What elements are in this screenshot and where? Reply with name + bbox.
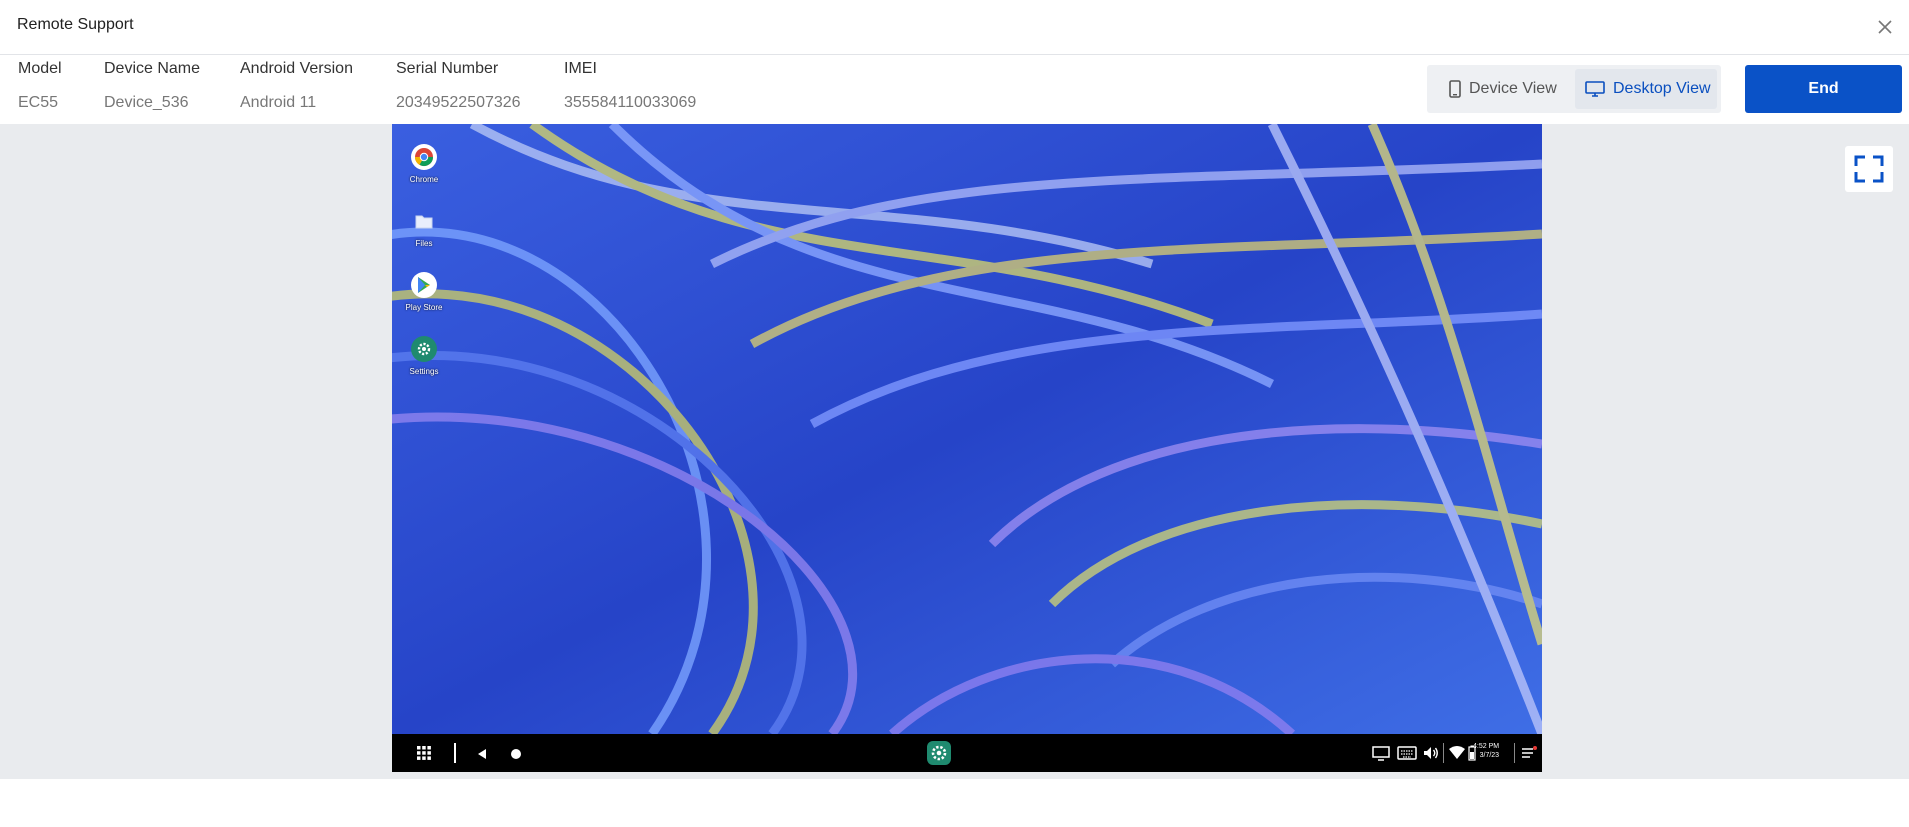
play-store-label: Play Store [405,303,443,312]
settings-icon[interactable] [927,741,951,770]
desktop-view-label: Desktop View [1613,80,1711,97]
wallpaper-image [392,124,1542,734]
wifi-icon[interactable] [1449,746,1465,765]
android-version-value: Android 11 [240,94,317,111]
end-session-button[interactable]: End [1745,65,1902,113]
phone-icon [1449,80,1461,98]
back-icon[interactable] [477,747,487,765]
home-icon[interactable] [510,747,522,765]
remote-desktop-screen[interactable]: Chrome Files Play Store Settings 4:52 PM… [392,124,1542,772]
chrome-label: Chrome [409,175,439,184]
imei-label: IMEI [564,60,597,77]
chrome-icon [411,144,437,170]
desktop-app-settings[interactable]: Settings [404,336,444,376]
device-name-label: Device Name [104,60,201,77]
taskbar-clock[interactable]: 4:52 PM 3/7/23 [1473,742,1499,760]
desktop-app-files[interactable]: Files [404,208,444,248]
keyboard-icon[interactable] [1397,746,1417,765]
clock-time: 4:52 PM [1473,743,1500,750]
notifications-icon[interactable] [1521,746,1537,765]
settings-label: Settings [409,367,439,376]
android-taskbar: 4:52 PM 3/7/23 [392,734,1542,772]
files-label: Files [415,239,433,248]
play-store-icon [411,272,437,298]
model-label: Model [18,60,62,77]
dialog-title: Remote Support [17,16,134,33]
clock-date: 3/7/23 [1479,752,1500,759]
serial-number-label: Serial Number [396,60,499,77]
taskbar-divider [454,743,456,763]
settings-icon [411,336,437,362]
folder-icon [411,208,437,234]
desktop-view-button[interactable]: Desktop View [1575,69,1717,109]
imei-value: 355584110033069 [564,94,697,111]
serial-number-value: 20349522507326 [396,94,521,111]
monitor-icon [1585,81,1605,97]
close-icon[interactable] [1876,18,1894,36]
device-name-value: Device_536 [104,94,189,111]
volume-icon[interactable] [1423,745,1439,766]
taskbar-divider [1514,743,1515,763]
device-view-button[interactable]: Device View [1431,69,1571,109]
android-version-label: Android Version [240,60,353,77]
desktop-app-play-store[interactable]: Play Store [404,272,444,312]
remote-screen-area: Chrome Files Play Store Settings 4:52 PM… [0,124,1909,779]
desktop-app-chrome[interactable]: Chrome [404,144,444,184]
model-value: EC55 [18,94,59,111]
taskbar-divider [1443,743,1444,763]
screen-cast-icon[interactable] [1372,745,1390,766]
dialog-header: Remote Support [0,0,1909,55]
view-toggle: Device View Desktop View [1427,65,1721,113]
app-drawer-icon[interactable] [416,745,432,766]
fullscreen-icon [1854,155,1884,183]
fullscreen-button[interactable] [1845,146,1893,192]
device-view-label: Device View [1469,80,1557,97]
